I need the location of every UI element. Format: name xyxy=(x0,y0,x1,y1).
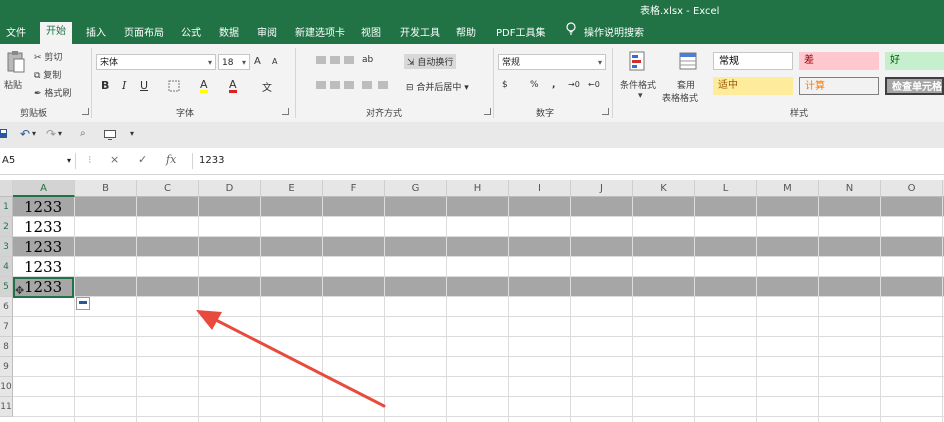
annotation-arrow xyxy=(196,310,386,408)
